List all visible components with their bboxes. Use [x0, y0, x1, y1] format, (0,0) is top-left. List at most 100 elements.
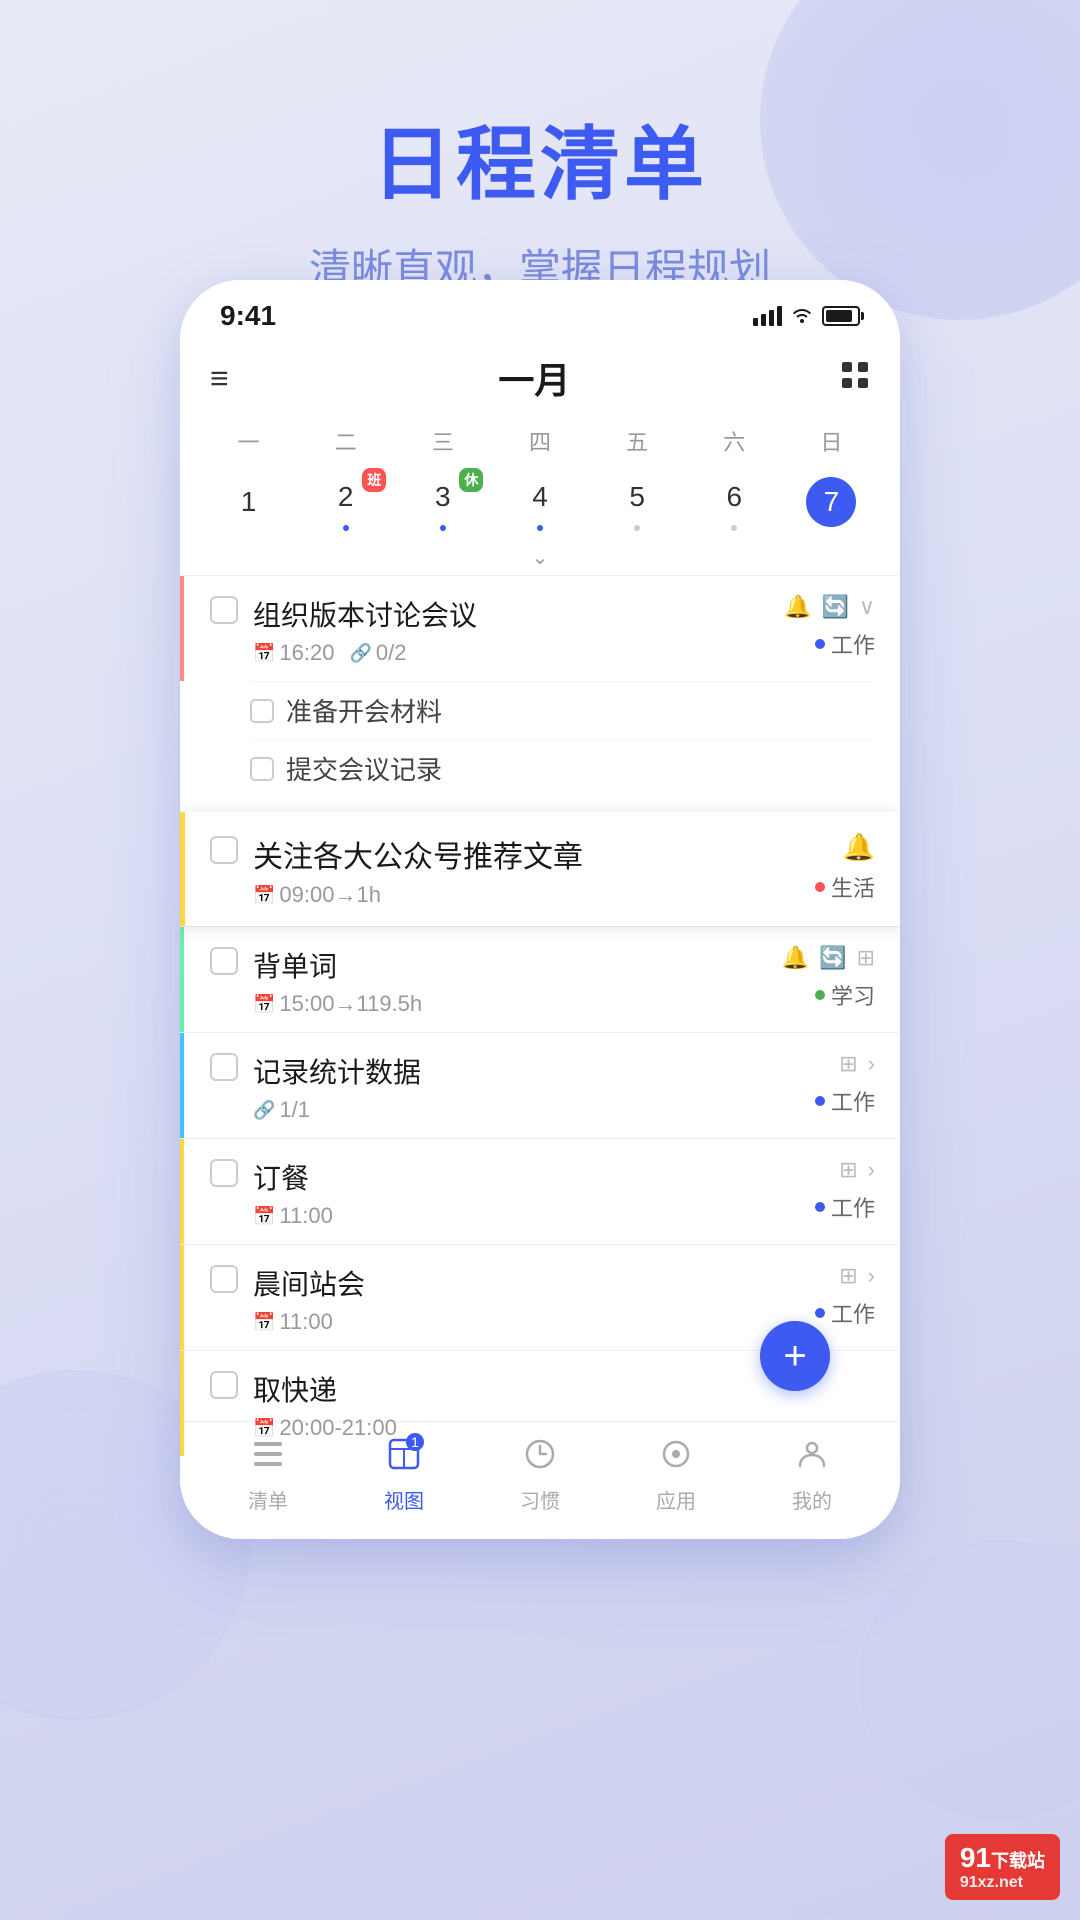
nav-item-mine[interactable]: 我的 — [792, 1437, 832, 1514]
task-tag-4: 工作 — [815, 1085, 875, 1117]
week-day-fri: 五 — [589, 419, 686, 463]
task-meta-5: 📅 11:00 — [253, 1203, 795, 1229]
date-3[interactable]: 休 3 — [394, 468, 491, 535]
task-checkbox-5[interactable] — [210, 1159, 238, 1187]
task-tag-3: 学习 — [815, 979, 875, 1011]
nav-item-list[interactable]: 清单 — [248, 1437, 288, 1514]
refresh-icon-1[interactable]: 🔄 — [821, 594, 848, 620]
task-right-4: ⊞ › 工作 — [795, 1051, 875, 1117]
calendar-header: ≡ 一月 — [180, 342, 900, 419]
phone-mockup: 9:41 ≡ 一月 — [180, 280, 900, 1539]
status-icons — [753, 303, 860, 329]
task-content-2: 关注各大公众号推荐文章 📅 09:00→1h — [253, 832, 795, 908]
task-checkbox-3[interactable] — [210, 947, 238, 975]
task-border-3 — [180, 927, 184, 1032]
bell-icon-2[interactable]: 🔔 — [843, 832, 875, 863]
nav-icon-habit — [524, 1437, 556, 1479]
task-checkbox-6[interactable] — [210, 1265, 238, 1293]
signal-icon — [753, 306, 782, 326]
nav-label-habit: 习惯 — [520, 1485, 560, 1514]
square-icon-4[interactable]: ⊞ — [839, 1051, 857, 1077]
sub-task-1-2[interactable]: 提交会议记录 — [250, 739, 875, 797]
week-day-mon: 一 — [200, 419, 297, 463]
square-icon-5[interactable]: ⊞ — [839, 1157, 857, 1183]
task-content-3: 背单词 📅 15:00→119.5h — [253, 945, 782, 1017]
sub-task-1-1[interactable]: 准备开会材料 — [250, 681, 875, 739]
task-meta-2: 📅 09:00→1h — [253, 882, 795, 908]
task-title-2: 关注各大公众号推荐文章 — [253, 832, 795, 876]
task-border-4 — [180, 1033, 184, 1138]
bg-decoration-bottom-right — [860, 1540, 1080, 1820]
task-border-7 — [180, 1351, 184, 1456]
date-4[interactable]: 4 — [491, 468, 588, 535]
task-tag-6: 工作 — [815, 1297, 875, 1329]
expand-icon-1[interactable]: ∨ — [859, 594, 875, 620]
date-4-dot — [537, 525, 543, 531]
task-right-6: ⊞ › 工作 — [795, 1263, 875, 1329]
task-meta-4: 🔗 1/1 — [253, 1097, 795, 1123]
nav-item-view[interactable]: 1 视图 — [384, 1437, 424, 1514]
status-bar: 9:41 — [180, 280, 900, 342]
bell-icon-3[interactable]: 🔔 — [782, 945, 809, 971]
date-1[interactable]: 1 — [200, 473, 297, 531]
week-day-wed: 三 — [394, 419, 491, 463]
task-meta-6: 📅 11:00 — [253, 1309, 795, 1335]
watermark: 91下载站 91xz.net — [945, 1834, 1060, 1900]
nav-label-mine: 我的 — [792, 1485, 832, 1514]
date-2[interactable]: 班 2 — [297, 468, 394, 535]
task-content-4: 记录统计数据 🔗 1/1 — [253, 1051, 795, 1123]
nav-icon-view: 1 — [388, 1437, 420, 1479]
task-checkbox-4[interactable] — [210, 1053, 238, 1081]
task-title-3: 背单词 — [253, 945, 782, 985]
task-right-5: ⊞ › 工作 — [795, 1157, 875, 1223]
date-5-dot — [634, 525, 640, 531]
task-right-2: 🔔 生活 — [795, 832, 875, 903]
task-meta-3: 📅 15:00→119.5h — [253, 991, 782, 1017]
fab-add-button[interactable]: + — [760, 1321, 830, 1391]
date-7[interactable]: 7 — [783, 473, 880, 531]
task-content-7: 取快递 📅 20:00-21:00 — [253, 1369, 795, 1441]
square-icon-3[interactable]: ⊞ — [857, 945, 875, 971]
task-item-1[interactable]: 组织版本讨论会议 📅 16:20 🔗 0/2 🔔 🔄 ∨ 工作 — [180, 575, 900, 681]
nav-icon-app — [660, 1437, 692, 1479]
task-border-1 — [180, 576, 184, 681]
task-item-5[interactable]: 订餐 📅 11:00 ⊞ › 工作 — [180, 1138, 900, 1244]
chevron-icon-4[interactable]: › — [868, 1051, 875, 1077]
date-6-dot — [731, 525, 737, 531]
task-border-5 — [180, 1139, 184, 1244]
nav-item-habit[interactable]: 习惯 — [520, 1437, 560, 1514]
task-content-5: 订餐 📅 11:00 — [253, 1157, 795, 1229]
date-3-badge: 休 — [459, 468, 483, 492]
dates-row: 1 班 2 休 3 4 5 6 7 — [180, 463, 900, 540]
task-checkbox-7[interactable] — [210, 1371, 238, 1399]
battery-icon — [822, 306, 860, 326]
task-title-5: 订餐 — [253, 1157, 795, 1197]
task-item-4[interactable]: 记录统计数据 🔗 1/1 ⊞ › 工作 — [180, 1032, 900, 1138]
nav-icon-list — [252, 1437, 284, 1479]
nav-item-app[interactable]: 应用 — [656, 1437, 696, 1514]
task-border-6 — [180, 1245, 184, 1350]
task-right-1: 🔔 🔄 ∨ 工作 — [784, 594, 875, 660]
nav-label-view: 视图 — [384, 1485, 424, 1514]
date-6[interactable]: 6 — [686, 468, 783, 535]
bell-icon-1[interactable]: 🔔 — [784, 594, 811, 620]
task-item-3[interactable]: 背单词 📅 15:00→119.5h 🔔 🔄 ⊞ 学习 — [180, 926, 900, 1032]
watermark-text: 91下载站 — [960, 1842, 1045, 1874]
task-title-6: 晨间站会 — [253, 1263, 795, 1303]
date-5[interactable]: 5 — [589, 468, 686, 535]
task-checkbox-2[interactable] — [210, 836, 238, 864]
task-checkbox-1[interactable] — [210, 596, 238, 624]
refresh-icon-3[interactable]: 🔄 — [819, 945, 846, 971]
sub-checkbox-1-1[interactable] — [250, 699, 274, 723]
task-tag-2: 生活 — [815, 871, 875, 903]
chevron-icon-6[interactable]: › — [868, 1263, 875, 1289]
sub-checkbox-1-2[interactable] — [250, 757, 274, 781]
square-icon-6[interactable]: ⊞ — [839, 1263, 857, 1289]
task-card-expanded-2[interactable]: 关注各大公众号推荐文章 📅 09:00→1h 🔔 生活 — [180, 812, 900, 926]
nav-label-list: 清单 — [248, 1485, 288, 1514]
expand-arrow[interactable]: ⌄ — [180, 540, 900, 575]
grid-icon[interactable] — [840, 360, 870, 397]
menu-icon[interactable]: ≡ — [210, 362, 229, 394]
chevron-icon-5[interactable]: › — [868, 1157, 875, 1183]
week-day-tue: 二 — [297, 419, 394, 463]
